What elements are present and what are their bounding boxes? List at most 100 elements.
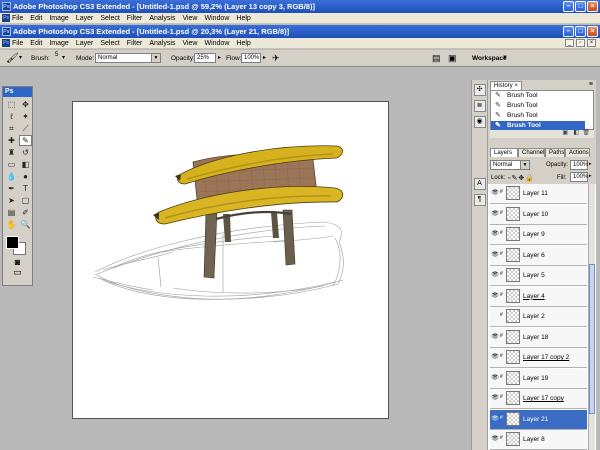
visibility-eye-icon[interactable]: 👁	[491, 209, 499, 219]
visibility-eye-icon[interactable]: 👁	[491, 332, 499, 342]
new-document-icon[interactable]: ▣	[562, 129, 568, 136]
tab-actions[interactable]: Actions	[565, 148, 590, 157]
layer-row[interactable]: 👁 # Layer 17 copy	[490, 389, 587, 409]
zoom-tool-icon[interactable]: 🔍	[19, 219, 32, 230]
menu-window[interactable]: Window	[204, 15, 229, 22]
panel-menu-icon[interactable]: ≡	[589, 81, 593, 88]
scrollbar-thumb[interactable]	[589, 264, 595, 414]
eyedropper-tool-icon[interactable]: ✐	[19, 207, 32, 218]
layer-row[interactable]: 👁 # Layer 9	[490, 225, 587, 245]
brush-picker-dropdown-icon[interactable]: ▾	[62, 50, 65, 67]
minimize-button[interactable]: –	[563, 1, 574, 12]
history-state[interactable]: ✎ Brush Tool	[491, 91, 585, 101]
visibility-eye-icon[interactable]: 👁	[491, 352, 499, 362]
notes-tool-icon[interactable]: ▤	[5, 207, 18, 218]
menu-select[interactable]: Select	[100, 40, 119, 47]
opacity-slider-icon[interactable]: ▸	[218, 50, 221, 67]
history-state[interactable]: ✎ Brush Tool	[491, 111, 585, 121]
menu-image[interactable]: Image	[49, 40, 68, 47]
layer-row[interactable]: 👁 # Layer 10	[490, 204, 587, 225]
flow-slider-icon[interactable]: ▸	[263, 50, 266, 67]
menu-edit[interactable]: Edit	[30, 40, 42, 47]
menu-analysis[interactable]: Analysis	[149, 40, 175, 47]
menu-file[interactable]: File	[12, 15, 23, 22]
doc-close-button[interactable]: ×	[587, 26, 598, 37]
menu-image[interactable]: Image	[49, 15, 68, 22]
menu-view[interactable]: View	[182, 40, 197, 47]
gradient-tool-icon[interactable]: ◧	[19, 159, 32, 170]
color-panel-icon[interactable]: ◉	[473, 116, 486, 128]
lasso-tool-icon[interactable]: ℓ	[5, 111, 18, 122]
layer-row[interactable]: 👁 # Layer 11	[490, 184, 587, 204]
visibility-eye-icon[interactable]	[491, 311, 499, 321]
fill-slider-icon[interactable]: ▸	[589, 173, 592, 179]
history-brush-tool-icon[interactable]: ↺	[19, 147, 32, 158]
layer-opacity-slider-icon[interactable]: ▸	[589, 161, 592, 167]
visibility-eye-icon[interactable]: 👁	[491, 270, 499, 280]
document-canvas[interactable]	[72, 101, 389, 419]
mdi-close-icon[interactable]: ×	[587, 39, 596, 47]
visibility-eye-icon[interactable]: 👁	[491, 291, 499, 301]
history-tab[interactable]: History ×	[490, 81, 522, 90]
dodge-tool-icon[interactable]: ●	[19, 171, 32, 182]
visibility-eye-icon[interactable]: 👁	[491, 188, 499, 198]
workspace-chevron-down-icon[interactable]: ▼	[502, 50, 508, 67]
history-state[interactable]: ✎ Brush Tool	[491, 101, 585, 111]
screen-mode-icon[interactable]: ▭	[3, 267, 32, 278]
opacity-input[interactable]: 25%	[194, 53, 216, 63]
visibility-eye-icon[interactable]: 👁	[491, 250, 499, 260]
clone-stamp-tool-icon[interactable]: ♜	[5, 147, 18, 158]
mode-select[interactable]: Normal ▼	[95, 53, 161, 63]
shape-tool-icon[interactable]: ▢	[19, 195, 32, 206]
visibility-eye-icon[interactable]: 👁	[491, 373, 499, 383]
flow-input[interactable]: 100%	[241, 53, 261, 63]
path-selection-tool-icon[interactable]: ➤	[5, 195, 18, 206]
healing-brush-tool-icon[interactable]: ✚	[5, 135, 18, 146]
menu-view[interactable]: View	[182, 15, 197, 22]
layer-row[interactable]: 👁 # Layer 21	[490, 409, 587, 430]
layer-opacity-input[interactable]: 100%	[570, 160, 588, 170]
layer-row[interactable]: 👁 # Layer 5	[490, 266, 587, 286]
brush-size-value[interactable]: 5	[55, 47, 58, 64]
move-tool-icon[interactable]: ✥	[19, 99, 32, 110]
lock-options-icons[interactable]: ▫✎✥🔒	[508, 174, 535, 182]
layer-row[interactable]: 👁 # Layer 18	[490, 327, 587, 348]
menu-filter[interactable]: Filter	[127, 15, 143, 22]
preset-dropdown-icon[interactable]: ▾	[19, 50, 22, 67]
tab-channels[interactable]: Channels	[518, 148, 545, 157]
mdi-restore-icon[interactable]: ▫	[576, 39, 585, 47]
layer-row[interactable]: 👁 # Layer 17 copy 2	[490, 348, 587, 368]
menu-layer[interactable]: Layer	[76, 40, 94, 47]
doc-maximize-button[interactable]: □	[575, 26, 586, 37]
doc-minimize-button[interactable]: –	[563, 26, 574, 37]
new-snapshot-icon[interactable]: ◧	[573, 129, 579, 136]
fill-input[interactable]: 100%	[570, 172, 588, 182]
menu-analysis[interactable]: Analysis	[149, 15, 175, 22]
layer-row[interactable]: 👁 # Layer 19	[490, 368, 587, 389]
brush-tool-icon[interactable]: ✎	[19, 135, 32, 146]
menu-file[interactable]: File	[12, 40, 23, 47]
maximize-button[interactable]: □	[575, 1, 586, 12]
crop-tool-icon[interactable]: ⌗	[5, 123, 18, 134]
bridge-icon[interactable]: ▣	[448, 50, 457, 67]
tab-layers[interactable]: Layers	[490, 148, 518, 157]
foreground-color-swatch[interactable]	[6, 236, 19, 249]
menu-select[interactable]: Select	[100, 15, 119, 22]
visibility-eye-icon[interactable]: 👁	[491, 393, 499, 403]
menu-help[interactable]: Help	[236, 40, 250, 47]
slice-tool-icon[interactable]: ⟋	[19, 123, 32, 134]
type-tool-icon[interactable]: T	[19, 183, 32, 194]
airbrush-icon[interactable]: ✈	[272, 50, 280, 67]
pen-tool-icon[interactable]: ✒	[5, 183, 18, 194]
menu-filter[interactable]: Filter	[127, 40, 143, 47]
layer-row[interactable]: 👁 # Layer 6	[490, 245, 587, 266]
layer-row[interactable]: # Layer 2	[490, 307, 587, 327]
blur-tool-icon[interactable]: 💧	[5, 171, 18, 182]
visibility-eye-icon[interactable]: 👁	[491, 229, 499, 239]
brush-tool-preset-icon[interactable]: 🖌	[6, 50, 19, 67]
mdi-minimize-icon[interactable]: _	[565, 39, 574, 47]
info-panel-icon[interactable]: A	[473, 178, 486, 190]
visibility-eye-icon[interactable]: 👁	[491, 414, 499, 424]
marquee-tool-icon[interactable]: ⬚	[5, 99, 18, 110]
menu-help[interactable]: Help	[236, 15, 250, 22]
